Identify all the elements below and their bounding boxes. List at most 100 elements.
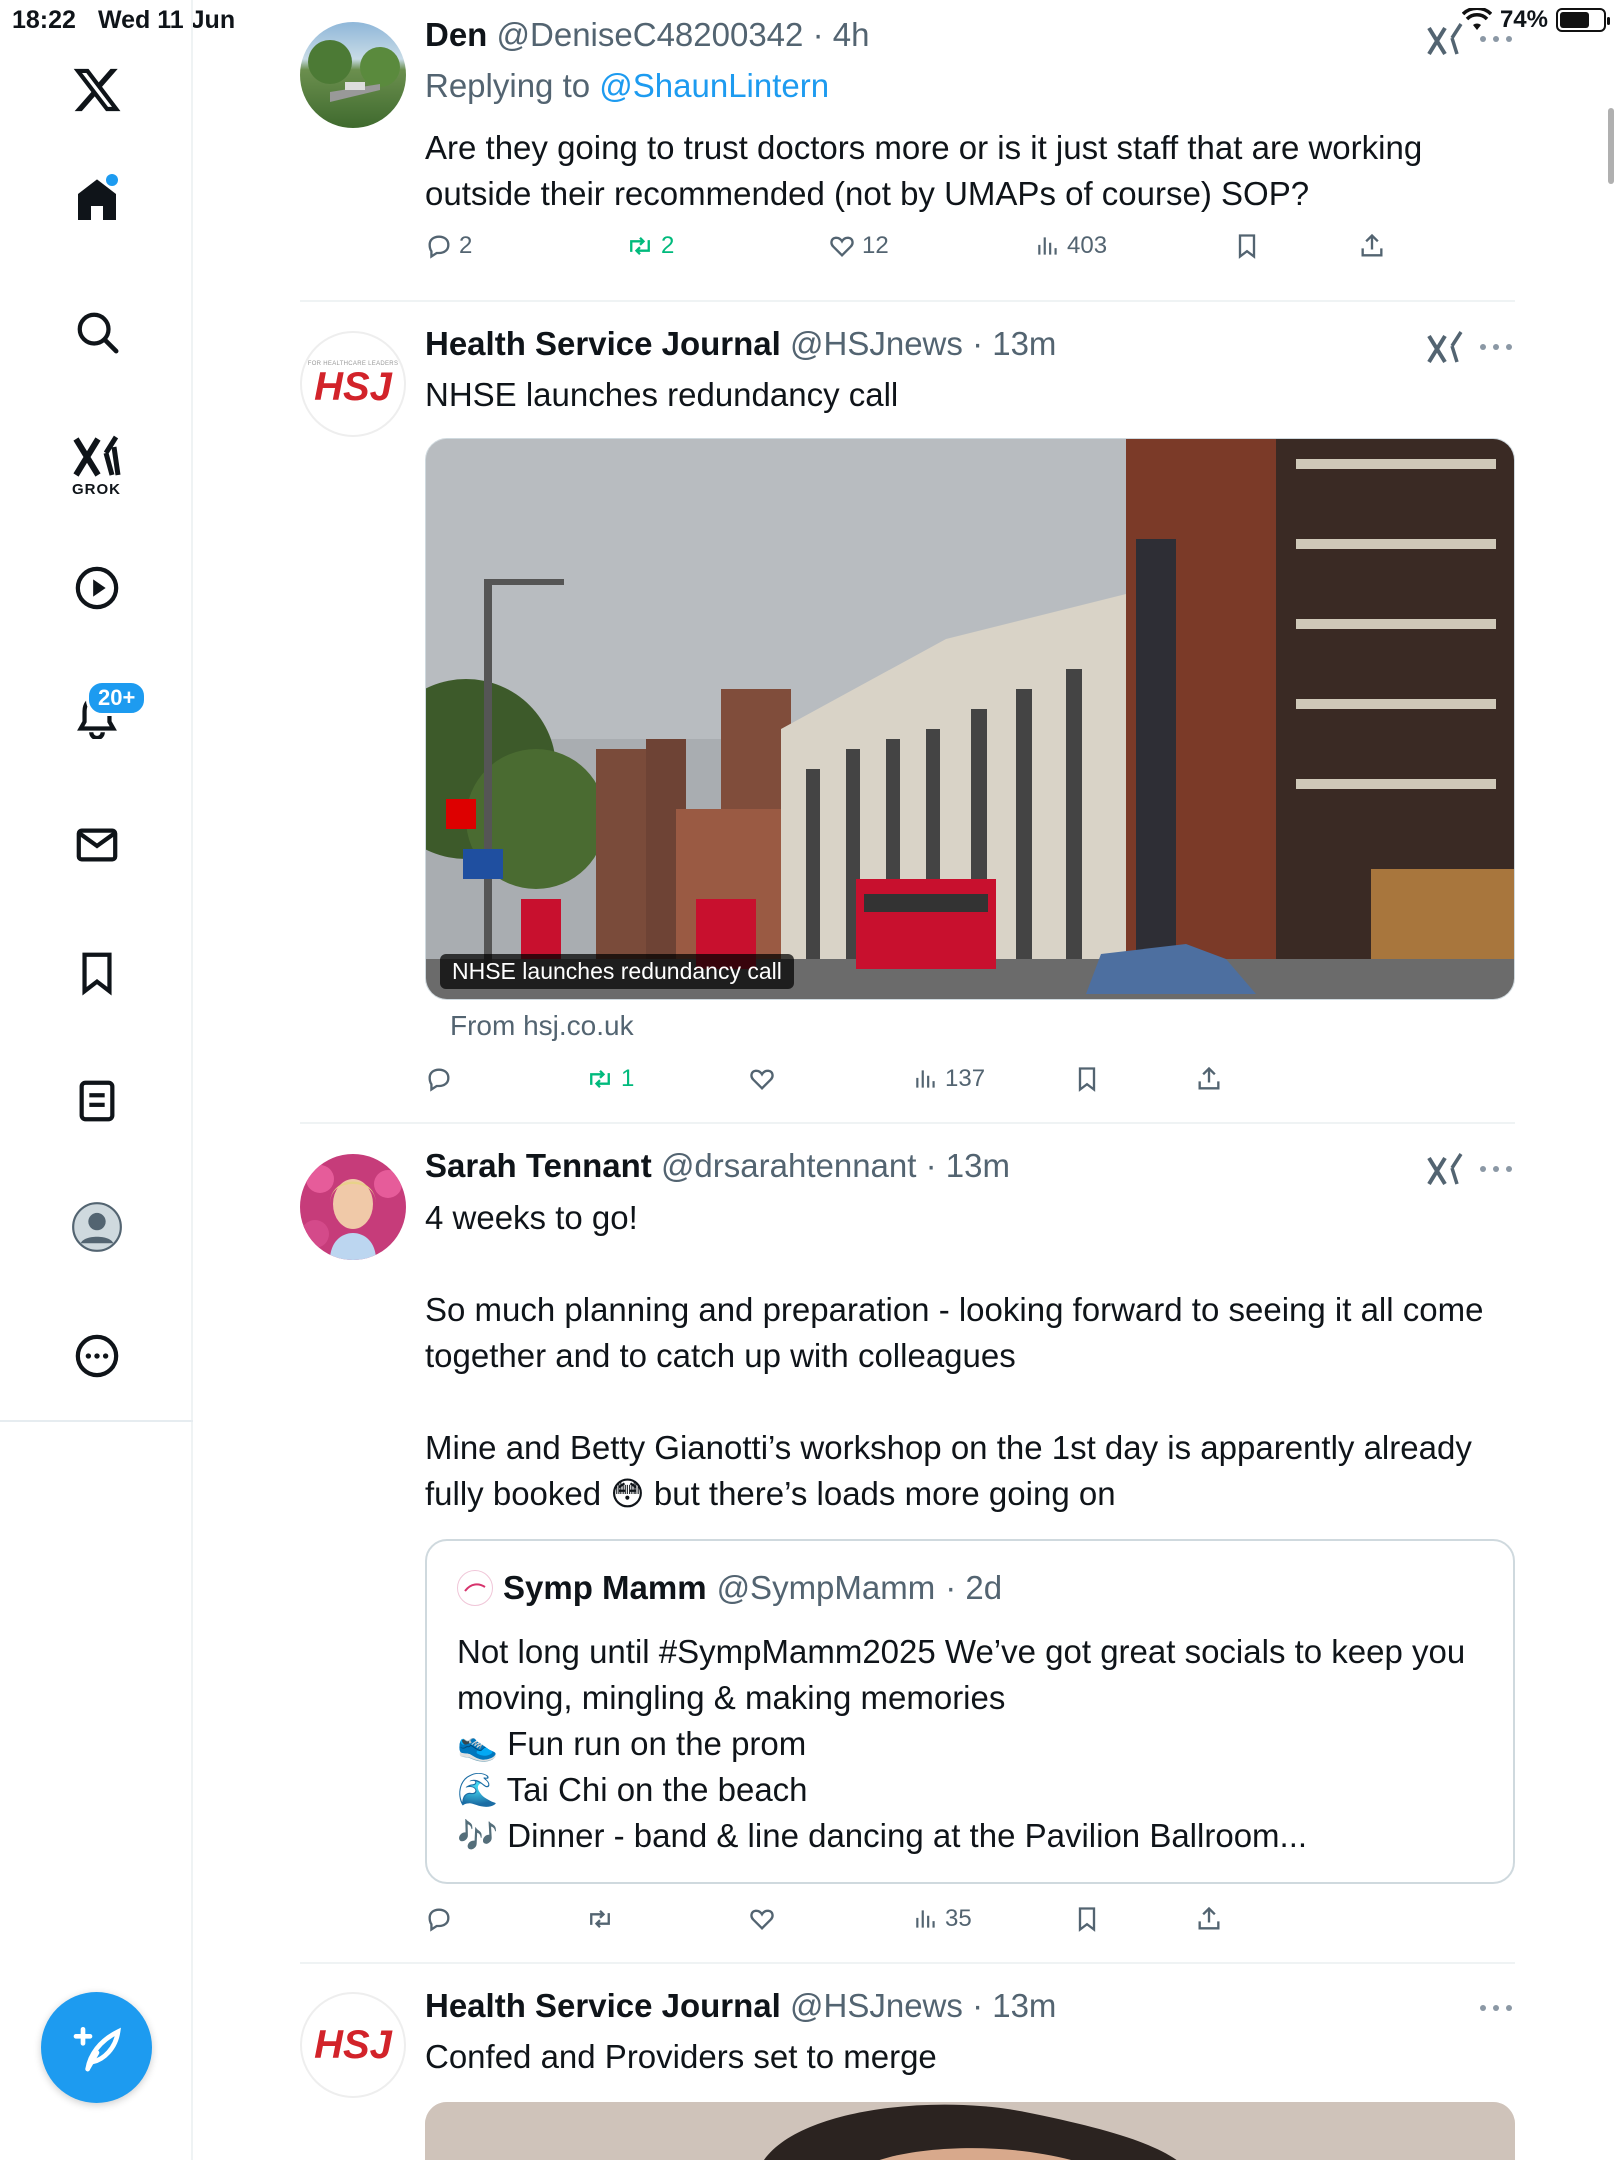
repost-count: 1 [621,1065,635,1092]
link-card-image[interactable]: NHSE launches redundancy call [425,438,1515,1000]
post-separator [300,1962,1515,1964]
x-logo-icon[interactable] [0,60,193,120]
replying-prefix: Replying to [425,67,591,104]
compose-post-button[interactable] [41,1992,152,2103]
reply-button[interactable]: 2 [425,232,472,260]
status-right: 74% [1461,6,1610,34]
views-button[interactable]: 35 [913,1905,972,1933]
views-icon [916,1070,935,1088]
like-count: 12 [862,232,889,259]
post-time[interactable]: · 13m [972,1987,1056,2024]
post-actions: 35 [425,1905,1515,1945]
messages-icon[interactable] [0,815,193,875]
sidebar-divider [0,1420,193,1422]
quote-author-handle[interactable]: @SympMamm [717,1569,936,1607]
share-icon[interactable] [1358,232,1386,260]
bookmark-icon[interactable] [1073,1065,1101,1093]
author-name[interactable]: Den [425,16,487,53]
quote-time: · 2d [945,1569,1003,1606]
author-handle[interactable]: @HSJnews [790,1987,963,2024]
reply-button[interactable] [425,1905,453,1933]
like-button[interactable]: 12 [828,232,889,260]
grok-explain-icon[interactable] [1425,20,1465,60]
more-icon[interactable] [1478,342,1514,352]
notifications-badge: 20+ [86,680,148,716]
like-button[interactable] [748,1905,776,1933]
home-icon[interactable] [0,170,193,230]
author-name[interactable]: Sarah Tennant [425,1147,652,1184]
post-author: Health Service Journal @HSJnews · 13m [425,1987,1056,2025]
bookmark-icon[interactable] [1073,1905,1101,1933]
compose-icon [73,2026,121,2071]
bookmark-icon[interactable] [1233,232,1261,260]
post-text: Confed and Providers set to merge [425,2038,937,2075]
replying-handle[interactable]: @ShaunLintern [599,67,829,104]
avatar[interactable] [300,1154,406,1260]
post-separator [300,1122,1515,1124]
post-separator [300,300,1515,302]
battery-percent: 74% [1499,6,1548,33]
grok-explain-icon[interactable] [1425,1150,1465,1190]
post-image[interactable] [425,2102,1515,2160]
street-photo [426,439,1514,999]
post-actions: 1 137 [425,1065,1515,1105]
notifications-icon[interactable]: 20+ [0,680,193,746]
like-button[interactable] [748,1065,776,1093]
views-button[interactable]: 403 [1035,232,1107,260]
author-handle[interactable]: @HSJnews [790,325,963,362]
like-icon [750,1909,774,1930]
avatar[interactable]: FOR HEALTHCARE LEADERS HSJ [300,331,406,437]
post-author: Den @DeniseC48200342 · 4h [425,16,869,54]
hsj-logo: HSJ [314,2023,392,2067]
grok-nav[interactable]: GROK [0,425,193,505]
scrollbar[interactable] [1608,108,1614,184]
reply-icon [428,235,450,259]
more-icon[interactable] [1478,34,1514,44]
author-name[interactable]: Health Service Journal [425,325,781,362]
repost-button[interactable]: 1 [585,1065,634,1093]
share-icon[interactable] [1195,1065,1223,1093]
views-count: 137 [945,1065,986,1092]
post-actions: 2 2 12 403 [425,232,1515,272]
repost-button[interactable] [585,1905,615,1933]
replying-to: Replying to @ShaunLintern [425,67,829,105]
repost-button[interactable]: 2 [625,232,674,260]
post-time[interactable]: · 13m [972,325,1056,362]
quote-author-name[interactable]: Symp Mamm [503,1569,707,1607]
more-icon[interactable] [1478,1164,1514,1174]
sidebar-nav: GROK 20+ [0,0,193,2160]
views-button[interactable]: 137 [913,1065,985,1093]
bookmarks-icon[interactable] [0,943,193,1003]
author-name[interactable]: Health Service Journal [425,1987,781,2024]
profile-avatar[interactable] [0,1197,193,1257]
quote-avatar[interactable] [457,1570,493,1606]
like-icon [750,1069,774,1090]
person-photo [425,2102,1515,2160]
more-options-icon[interactable] [0,1326,193,1386]
author-handle[interactable]: @drsarahtennant [661,1147,917,1184]
video-icon[interactable] [0,558,193,618]
repost-count: 2 [661,232,675,259]
author-handle[interactable]: @DeniseC48200342 [497,16,804,53]
share-icon[interactable] [1195,1905,1223,1933]
reply-icon [428,1908,450,1932]
repost-icon [630,237,650,255]
post-time[interactable]: · 4h [813,16,870,53]
reply-count: 2 [459,232,473,259]
lists-icon[interactable] [0,1071,193,1131]
views-count: 403 [1067,232,1108,259]
search-icon[interactable] [0,302,193,362]
post-author: Health Service Journal @HSJnews · 13m [425,325,1056,363]
quoted-post[interactable]: Symp Mamm @SympMamm · 2d Not long until … [425,1539,1515,1884]
repost-icon [590,1910,610,1928]
grok-label: GROK [72,480,121,498]
avatar[interactable]: HSJ [300,1992,406,2098]
avatar[interactable] [300,22,406,128]
reply-button[interactable] [425,1065,453,1093]
post-text: Are they going to trust doctors more or … [425,129,1432,212]
post-time[interactable]: · 13m [926,1147,1010,1184]
quote-text: Not long until #SympMamm2025 We’ve got g… [457,1633,1466,1854]
grok-explain-icon[interactable] [1425,328,1465,368]
link-source[interactable]: From hsj.co.uk [450,1010,634,1042]
more-icon[interactable] [1478,2003,1514,2013]
